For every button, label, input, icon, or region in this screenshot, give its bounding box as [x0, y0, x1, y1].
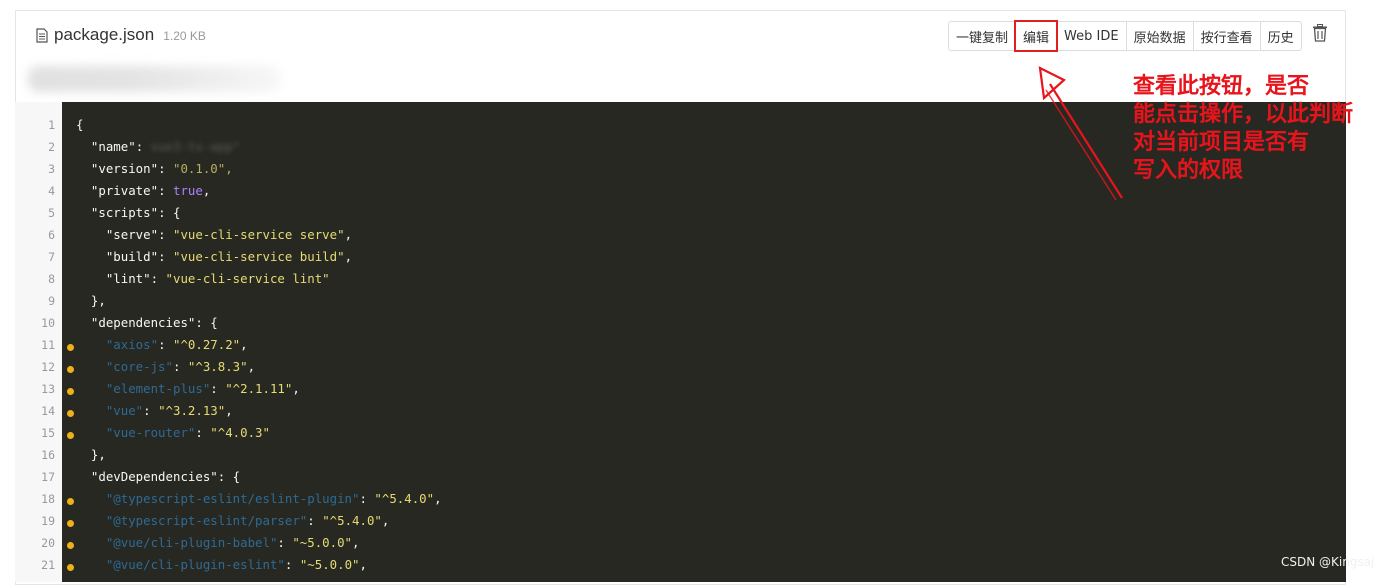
code-line: "private": true,: [90, 183, 211, 198]
raw-data-button[interactable]: 原始数据: [1125, 21, 1194, 51]
file-toolbar: 一键复制 编辑 Web IDE 原始数据 按行查看 历史: [948, 20, 1302, 52]
file-text-icon: [36, 27, 48, 43]
line-number: 4: [48, 184, 55, 198]
code-line: "core-js": "^3.8.3",: [105, 359, 256, 374]
code-line: "dependencies": {: [90, 315, 218, 330]
change-marker: [67, 564, 74, 571]
code-line: "@typescript-eslint/parser": "^5.4.0",: [105, 513, 390, 528]
change-marker: [67, 498, 74, 505]
line-number: 5: [48, 206, 55, 220]
change-marker: [67, 344, 74, 351]
code-line: "vue": "^3.2.13",: [105, 403, 233, 418]
code-line: "name": vue3-ts-app": [90, 139, 241, 154]
trash-icon[interactable]: [1311, 22, 1329, 44]
copy-all-button[interactable]: 一键复制: [948, 21, 1017, 51]
line-number: 10: [41, 316, 55, 330]
line-number: 17: [41, 470, 55, 484]
code-line: "scripts": {: [90, 205, 181, 220]
code-line: "lint": "vue-cli-service lint": [105, 271, 330, 286]
line-number: 11: [41, 338, 55, 352]
code-line: "@vue/cli-plugin-eslint": "~5.0.0",: [105, 557, 367, 572]
line-number: 2: [48, 140, 55, 154]
annotation-arrow: [1038, 66, 1123, 201]
code-line: "serve": "vue-cli-service serve",: [105, 227, 353, 242]
code-line: },: [90, 293, 106, 308]
edit-button[interactable]: 编辑: [1014, 20, 1059, 52]
view-by-line-button[interactable]: 按行查看: [1192, 21, 1261, 51]
line-number: 15: [41, 426, 55, 440]
code-line: "vue-router": "^4.0.3": [105, 425, 270, 440]
line-number-gutter: 1 2 3 4 5 6 7 8 9 10 11 12 13 14 15 16 1…: [15, 102, 62, 582]
line-number: 12: [41, 360, 55, 374]
change-marker: [67, 366, 74, 373]
code-line: "version": "0.1.0",: [90, 161, 233, 176]
change-marker: [67, 410, 74, 417]
change-marker: [67, 520, 74, 527]
annotation-note: 查看此按钮，是否 能点击操作，以此判断 对当前项目是否有 写入的权限: [1133, 74, 1354, 183]
code-line: "devDependencies": {: [90, 469, 241, 484]
line-number: 7: [48, 250, 55, 264]
blurred-commit-message: [28, 66, 280, 92]
code-line: "element-plus": "^2.1.11",: [105, 381, 300, 396]
line-number: 20: [41, 536, 55, 550]
watermark: CSDN @Kingsaj: [1281, 555, 1375, 569]
line-number: 8: [48, 272, 55, 286]
line-number: 16: [41, 448, 55, 462]
line-number: 9: [48, 294, 55, 308]
code-line: "@typescript-eslint/eslint-plugin": "^5.…: [105, 491, 442, 506]
file-header: package.json 1.20 KB: [36, 24, 206, 46]
line-number: 19: [41, 514, 55, 528]
line-number: 13: [41, 382, 55, 396]
code-line: "@vue/cli-plugin-babel": "~5.0.0",: [105, 535, 360, 550]
line-number: 1: [48, 118, 55, 132]
line-number: 3: [48, 162, 55, 176]
code-line: },: [90, 447, 106, 462]
line-number: 14: [41, 404, 55, 418]
file-size: 1.20 KB: [163, 29, 206, 43]
change-marker: [67, 388, 74, 395]
code-line: "build": "vue-cli-service build",: [105, 249, 353, 264]
web-ide-button[interactable]: Web IDE: [1056, 21, 1127, 51]
change-marker: [67, 432, 74, 439]
code-line: {: [76, 117, 84, 132]
code-line: "axios": "^0.27.2",: [105, 337, 248, 352]
history-button[interactable]: 历史: [1259, 21, 1302, 51]
file-name: package.json: [54, 25, 155, 44]
line-number: 6: [48, 228, 55, 242]
line-number: 18: [41, 492, 55, 506]
line-number: 21: [41, 558, 55, 572]
change-marker: [67, 542, 74, 549]
